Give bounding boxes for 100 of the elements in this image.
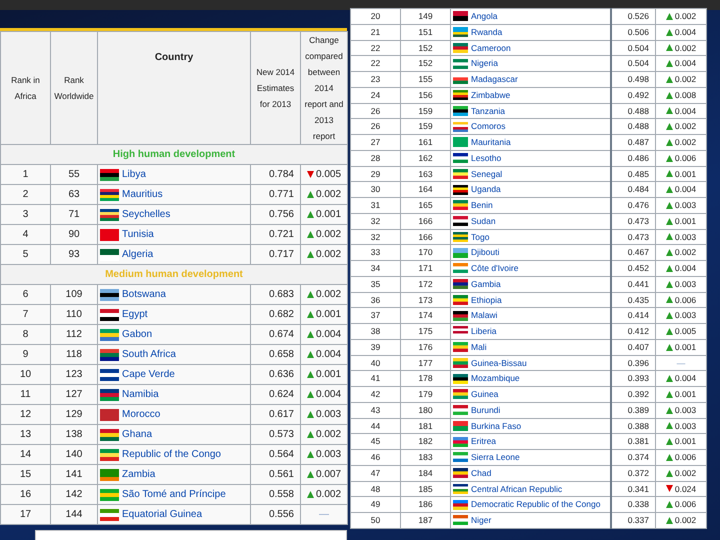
country-link[interactable]: Gabon (122, 327, 152, 342)
country-link[interactable]: Tunisia (122, 227, 154, 242)
change-value: 0.004 (316, 328, 342, 342)
flag-icon (453, 248, 468, 258)
flag-icon (100, 428, 119, 440)
flag-icon (453, 452, 468, 462)
country-link[interactable]: Niger (471, 514, 492, 527)
country-link[interactable]: Djibouti (471, 246, 500, 259)
change-value: 0.006 (674, 451, 696, 464)
change-value: 0.005 (316, 168, 342, 182)
table-cell: 0.784 (250, 164, 300, 184)
table-cell: 0.441 (610, 276, 656, 292)
table-cell: 0.504 (610, 56, 656, 72)
table-cell: 26 (350, 118, 400, 134)
table-cell: 0.338 (610, 496, 656, 512)
country-link[interactable]: Eritrea (471, 435, 496, 448)
country-link[interactable]: Nigeria (471, 57, 498, 70)
table-cell: 180 (400, 402, 450, 418)
flag-icon (453, 436, 468, 447)
flag-icon (453, 153, 468, 164)
table-cell: 0.636 (250, 364, 300, 384)
table-cell: 151 (400, 24, 450, 40)
column-header: New 2014 Estimates for 2013 (250, 32, 300, 144)
change-value: 0.002 (316, 488, 342, 502)
table-cell: 10 (0, 364, 50, 384)
table-cell: 42 (350, 386, 400, 402)
table-cell: 15 (0, 464, 50, 484)
change-value: 0.002 (674, 42, 696, 54)
flag-icon (100, 508, 119, 520)
table-cell: 0.485 (610, 166, 656, 182)
table-cell: 50 (350, 512, 400, 528)
table-cell: 33 (350, 244, 400, 260)
table-cell: 0.467 (610, 244, 656, 260)
change-value: 0.006 (674, 294, 696, 306)
table-cell: 187 (400, 512, 450, 528)
country-link[interactable]: Libya (122, 167, 146, 182)
flag-icon (453, 232, 468, 242)
change-value: — (319, 508, 329, 522)
country-link[interactable]: Tanzania (471, 104, 506, 118)
change-value: 0.001 (674, 340, 696, 354)
table-cell: 71 (50, 204, 98, 224)
country-link[interactable]: Malawi (471, 309, 498, 322)
country-link[interactable]: Liberia (471, 325, 497, 338)
country-link[interactable]: Algeria (122, 247, 154, 262)
table-cell: 163 (400, 166, 450, 182)
country-link[interactable]: Angola (471, 10, 498, 23)
table-cell: 177 (400, 355, 450, 371)
table-cell: 0.372 (610, 465, 656, 481)
table-cell: 29 (350, 166, 400, 182)
country-link[interactable]: Senegal (471, 168, 502, 180)
table-cell: 0.452 (610, 260, 656, 276)
change-value: 0.004 (674, 183, 696, 196)
column-header: Change compared between 2014 report and 2013 report (300, 32, 348, 144)
country-link[interactable]: Morocco (122, 407, 160, 422)
table-cell: 32 (350, 229, 400, 245)
flag-icon (453, 200, 468, 210)
flag-icon (100, 188, 119, 200)
change-value: 0.004 (316, 388, 342, 402)
country-link[interactable]: Egypt (122, 307, 148, 322)
table-cell: 7 (0, 304, 50, 324)
table-cell: 20 (350, 8, 400, 24)
change-value: — (676, 356, 686, 370)
change-value: 0.024 (674, 482, 696, 496)
table-cell: 159 (400, 118, 450, 134)
country-link[interactable]: Chad (471, 466, 492, 480)
country-link[interactable]: Zambia (122, 467, 156, 482)
table-cell: 0.341 (610, 481, 656, 497)
table-cell: 30 (350, 182, 400, 198)
country-link[interactable]: Rwanda (471, 26, 502, 38)
table-cell: 159 (400, 103, 450, 119)
table-cell: 0.526 (610, 8, 656, 24)
flag-icon (453, 263, 468, 274)
country-link[interactable]: Comoros (471, 120, 506, 133)
country-link[interactable]: Guinea (471, 388, 498, 401)
country-link[interactable]: Togo (471, 230, 490, 244)
flag-icon (100, 368, 119, 380)
change-value: 0.004 (674, 57, 696, 70)
country-link[interactable]: Gambia (471, 278, 501, 290)
country-link[interactable]: Mali (471, 340, 487, 354)
country-link[interactable]: Burundi (471, 404, 500, 416)
change-value: 0.006 (674, 152, 696, 164)
country-link[interactable]: Uganda (471, 183, 501, 196)
country-link[interactable]: Ghana (122, 427, 152, 442)
table-cell: 152 (400, 40, 450, 56)
flag-icon (453, 374, 468, 384)
column-header: Country (98, 32, 250, 144)
country-link[interactable]: Ethiopia (471, 294, 502, 306)
change-value: 0.004 (316, 348, 342, 362)
country-link[interactable]: Benin (471, 199, 493, 212)
table-cell: 0.412 (610, 324, 656, 340)
country-link[interactable]: Namibia (122, 387, 159, 402)
table-cell: 140 (50, 444, 98, 464)
country-link[interactable]: Lesotho (471, 152, 502, 164)
country-link[interactable]: Sudan (471, 214, 496, 228)
section-heading: Medium human development (0, 264, 348, 284)
table-cell: 13 (0, 424, 50, 444)
table-cell: 0.561 (250, 464, 300, 484)
table-cell: 0.573 (250, 424, 300, 444)
change-value: 0.001 (674, 435, 696, 448)
table-cell: 152 (400, 56, 450, 72)
